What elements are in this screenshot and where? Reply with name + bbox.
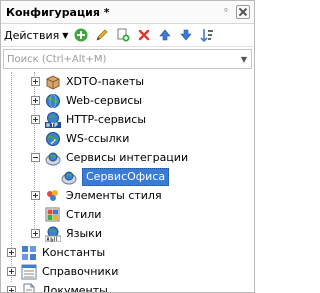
sort-icon	[200, 29, 214, 42]
tree-row-http-services[interactable]: HTTP-сервисы	[1, 110, 254, 129]
expander-placeholder	[29, 209, 41, 221]
panel-title: Конфигурация *	[6, 5, 110, 19]
tree-row-languages[interactable]: Языки	[1, 224, 254, 243]
sort-button[interactable]	[198, 26, 216, 44]
search-box: ▼	[3, 49, 252, 69]
close-icon[interactable]	[236, 5, 250, 19]
tree-label: Языки	[66, 226, 102, 240]
integration-service-item-icon	[61, 169, 77, 185]
tree-row-constants[interactable]: Константы	[1, 243, 254, 262]
expander-placeholder	[29, 133, 41, 145]
constants-icon	[21, 245, 37, 261]
tree-label: Web-сервисы	[66, 93, 143, 107]
tree-label: Стили	[66, 207, 102, 221]
pin-icon[interactable]: ᵍ	[219, 7, 233, 17]
add-button[interactable]	[72, 26, 90, 44]
xdto-package-icon	[45, 74, 61, 90]
tree-row-xdto-packages[interactable]: XDTO-пакеты	[1, 72, 254, 91]
language-icon	[45, 226, 61, 242]
tree-row-web-services[interactable]: Web-сервисы	[1, 91, 254, 110]
style-icon	[45, 207, 61, 223]
expand-plus-icon[interactable]	[29, 95, 41, 107]
copy-add-icon	[117, 28, 130, 42]
toolbar: Действия ▼	[1, 24, 254, 47]
panel-titlebar: Конфигурация * ᵍ	[1, 1, 254, 24]
tree-row-ws-links[interactable]: WS-ссылки	[1, 129, 254, 148]
expand-plus-icon[interactable]	[29, 76, 41, 88]
tree-row-office-service[interactable]: СервисОфиса	[1, 167, 254, 186]
delete-button[interactable]	[135, 26, 153, 44]
search-dropdown-icon[interactable]: ▼	[237, 55, 251, 64]
tree-label: HTTP-сервисы	[66, 112, 147, 126]
tree-row-styles[interactable]: Стили	[1, 205, 254, 224]
expander-placeholder	[45, 171, 57, 183]
move-up-button[interactable]	[156, 26, 174, 44]
tree-label: Константы	[42, 245, 106, 259]
add-icon	[74, 28, 88, 42]
actions-menu-button[interactable]: Действия ▼	[4, 29, 72, 42]
tree-label: Справочники	[42, 264, 119, 278]
expand-plus-icon[interactable]	[29, 114, 41, 126]
tree-label: Сервисы интеграции	[66, 150, 189, 164]
documents-icon	[21, 283, 37, 292]
delete-cross-icon	[139, 29, 150, 41]
arrow-up-icon	[159, 29, 172, 41]
configuration-tree: XDTO-пакеты Web-сервисы HTTP-сервисы WS-…	[1, 72, 254, 293]
ws-link-icon	[45, 131, 61, 147]
collapse-minus-icon[interactable]	[29, 152, 41, 164]
pencil-icon	[96, 29, 108, 41]
expand-plus-icon[interactable]	[29, 190, 41, 202]
style-item-icon	[45, 188, 61, 204]
configuration-panel: Конфигурация * ᵍ Действия ▼ Поиск (Ctrl+…	[0, 0, 255, 293]
arrow-down-icon	[180, 29, 193, 41]
tree-label: WS-ссылки	[66, 131, 130, 145]
expand-plus-icon[interactable]	[5, 266, 17, 278]
integration-service-icon	[45, 150, 61, 166]
dropdown-arrow-icon: ▼	[62, 30, 69, 40]
copy-button[interactable]	[114, 26, 132, 44]
catalogs-icon	[21, 264, 37, 280]
http-service-icon	[45, 111, 61, 128]
tree-label-selected: СервисОфиса	[82, 167, 170, 186]
tree-row-integration-services[interactable]: Сервисы интеграции	[1, 148, 254, 167]
tree-label: Документы	[42, 283, 108, 293]
tree-label: XDTO-пакеты	[66, 74, 145, 88]
expand-plus-icon[interactable]	[5, 247, 17, 259]
tree-row-style-items[interactable]: Элементы стиля	[1, 186, 254, 205]
expand-plus-icon[interactable]	[5, 285, 17, 292]
search-input[interactable]	[4, 51, 237, 67]
web-service-icon	[45, 93, 61, 109]
tree-row-catalogs[interactable]: Справочники	[1, 262, 254, 281]
tree-label: Элементы стиля	[66, 188, 162, 202]
actions-label: Действия	[4, 28, 60, 42]
tree-row-documents[interactable]: Документы	[1, 281, 254, 293]
expand-plus-icon[interactable]	[29, 228, 41, 240]
edit-button[interactable]	[93, 26, 111, 44]
move-down-button[interactable]	[177, 26, 195, 44]
